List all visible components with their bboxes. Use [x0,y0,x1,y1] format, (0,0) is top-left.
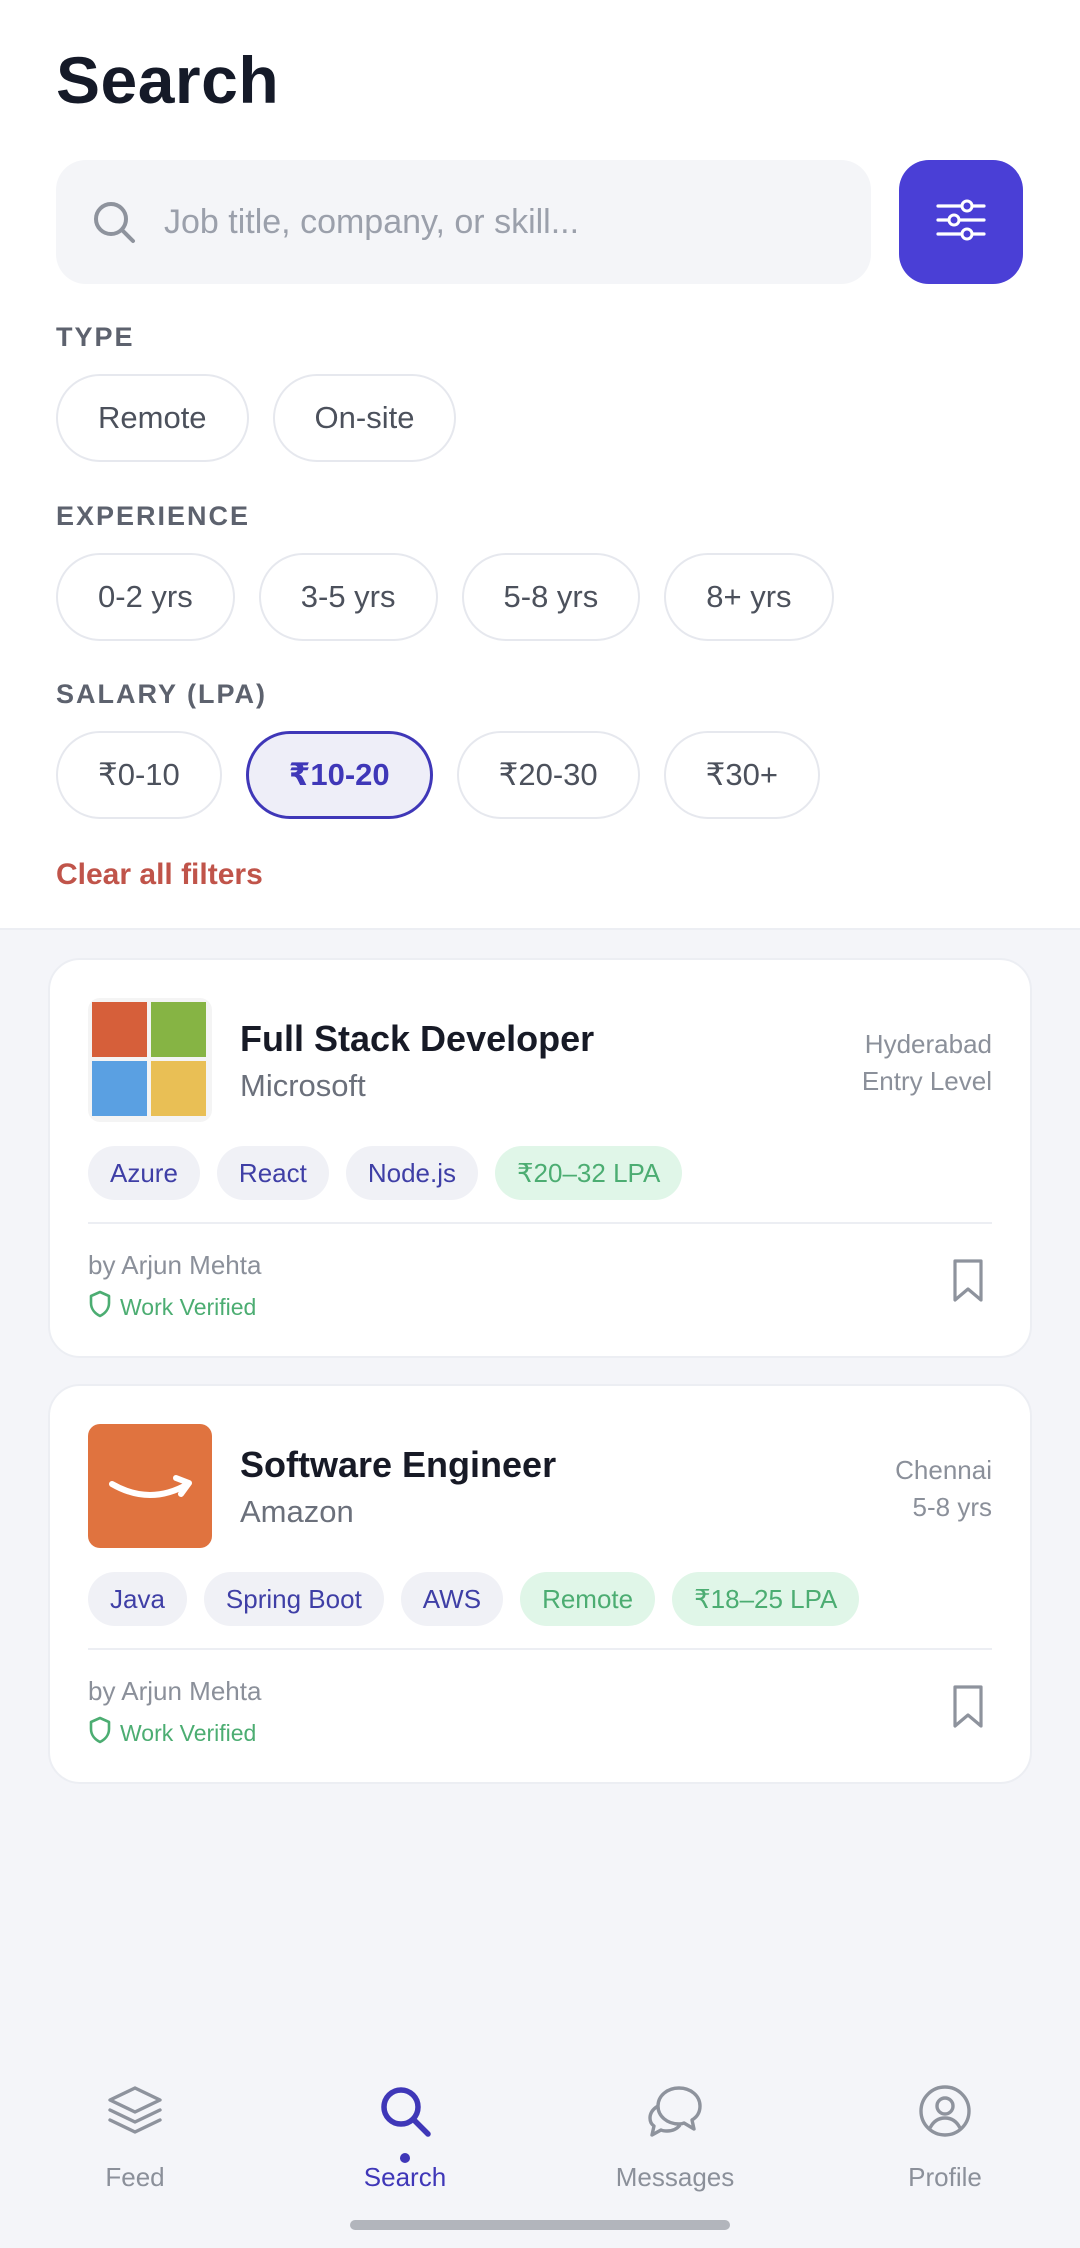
search-bar[interactable] [56,160,871,284]
page-title: Search [56,43,280,117]
chip-salary-0-10[interactable]: ₹0-10 [56,731,222,819]
nav-label-messages: Messages [615,2162,735,2192]
nav-item-search[interactable]: Search [270,2050,540,2248]
shield-icon [88,1716,112,1750]
job-meta: Hyderabad Entry Level [862,1026,992,1100]
job-meta: Chennai 5-8 yrs [895,1452,992,1526]
clear-all-filters-link[interactable]: Clear all filters [56,858,263,892]
job-location: Hyderabad [864,1029,992,1059]
work-verified-badge: Work Verified [88,1716,256,1750]
company-name: Amazon [240,1494,354,1529]
job-level: Entry Level [861,1066,992,1096]
salary-filter-chips: ₹0-10 ₹10-20 ₹20-30 ₹30+ [56,731,820,819]
chip-on-site[interactable]: On-site [272,374,457,462]
card-divider [88,1648,992,1650]
type-filter-chips: Remote On-site [56,374,457,462]
chip-salary-20-30[interactable]: ₹20-30 [456,731,640,819]
salary-filter-label: SALARY (LPA) [56,679,267,709]
skill-tag: Spring Boot [203,1572,384,1626]
amazon-logo [88,1424,212,1548]
job-experience: 5-8 yrs [912,1492,992,1522]
search-icon [90,198,138,246]
nav-item-feed[interactable]: Feed [0,2050,270,2248]
salary-tag: ₹18–25 LPA [672,1572,860,1626]
job-card[interactable]: Software Engineer Amazon Chennai 5-8 yrs… [48,1384,1032,1784]
chip-salary-10-20-selected[interactable]: ₹10-20 [245,731,433,819]
bottom-nav: Feed Search Messages Profile [0,2050,1080,2248]
remote-tag: Remote [520,1572,656,1626]
skill-tag: Node.js [345,1146,478,1200]
nav-label-search: Search [363,2162,447,2192]
work-verified-badge: Work Verified [88,1290,256,1324]
job-title: Full Stack Developer [240,1018,595,1059]
sliders-icon [936,198,986,247]
card-divider [88,1222,992,1224]
bookmark-icon[interactable] [950,1684,986,1730]
chat-icon [646,2082,704,2140]
bookmark-icon[interactable] [950,1258,986,1304]
search-header-panel: Search TYPE Remote On-site EXPERIENCE 0-… [0,0,1080,930]
search-input[interactable] [164,202,804,242]
home-indicator [350,2220,730,2230]
filter-settings-button[interactable] [899,160,1023,284]
chip-8-plus-yrs[interactable]: 8+ yrs [664,553,834,641]
chip-0-2-yrs[interactable]: 0-2 yrs [56,553,235,641]
job-card[interactable]: Full Stack Developer Microsoft Hyderabad… [48,958,1032,1358]
posted-by: by Arjun Mehta [88,1676,262,1706]
experience-filter-chips: 0-2 yrs 3-5 yrs 5-8 yrs 8+ yrs [56,553,834,641]
skill-tag: React [216,1146,329,1200]
nav-item-profile[interactable]: Profile [810,2050,1080,2248]
experience-filter-label: EXPERIENCE [56,501,251,531]
layers-icon [106,2082,164,2140]
skill-tag: Java [88,1572,187,1626]
chip-salary-30-plus[interactable]: ₹30+ [663,731,820,819]
posted-by: by Arjun Mehta [88,1250,262,1280]
shield-icon [88,1290,112,1324]
type-filter-label: TYPE [56,322,135,352]
work-verified-label: Work Verified [120,1293,257,1320]
chip-5-8-yrs[interactable]: 5-8 yrs [461,553,641,641]
chip-remote[interactable]: Remote [56,374,249,462]
chip-3-5-yrs[interactable]: 3-5 yrs [258,553,438,641]
company-name: Microsoft [240,1068,366,1103]
salary-tag: ₹20–32 LPA [495,1146,683,1200]
microsoft-logo [88,998,212,1122]
job-title: Software Engineer [240,1444,557,1485]
nav-label-profile: Profile [908,2162,982,2192]
job-tags: Java Spring Boot AWS Remote ₹18–25 LPA [88,1572,860,1626]
job-tags: Azure React Node.js ₹20–32 LPA [88,1146,683,1200]
user-circle-icon [916,2082,974,2140]
nav-item-messages[interactable]: Messages [540,2050,810,2248]
job-location: Chennai [895,1455,992,1485]
search-icon [376,2082,434,2140]
skill-tag: Azure [88,1146,200,1200]
skill-tag: AWS [400,1572,504,1626]
nav-label-feed: Feed [105,2162,165,2192]
work-verified-label: Work Verified [120,1719,257,1746]
